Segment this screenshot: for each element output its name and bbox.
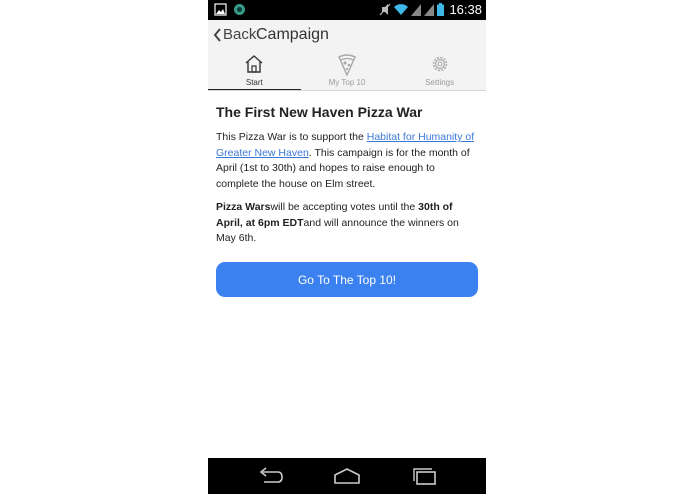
description-text-start: This Pizza War is to support the: [216, 131, 367, 143]
tab-bar: Start My Top 10 Settings: [208, 52, 486, 91]
pizza-wars-bold: Pizza Wars: [216, 201, 271, 213]
pizza-icon: [338, 54, 356, 76]
home-icon: [245, 55, 263, 73]
main-content: The First New Haven Pizza War This Pizza…: [216, 104, 478, 255]
back-button[interactable]: Back: [213, 26, 256, 43]
campaign-heading: The First New Haven Pizza War: [216, 104, 423, 120]
status-time: 16:38: [449, 2, 482, 17]
tab-my-top-10-label: My Top 10: [328, 78, 366, 87]
campaign-description: This Pizza War is to support the Habitat…: [216, 130, 478, 192]
status-bar: 16:38: [208, 0, 486, 20]
system-nav-bar: [208, 458, 486, 494]
tab-start-label: Start: [245, 78, 263, 87]
tab-settings[interactable]: Settings: [393, 52, 486, 91]
header-divider: [208, 90, 486, 91]
signal-icon-2: [424, 3, 435, 16]
home-nav-icon[interactable]: [333, 466, 361, 486]
battery-icon: [437, 3, 445, 16]
back-label: Back: [223, 26, 257, 43]
wifi-icon: [394, 3, 409, 15]
phone-screen: 16:38 Back Campaign Start My Top 10 Sett…: [208, 0, 486, 494]
tab-start[interactable]: Start: [208, 52, 301, 91]
tab-settings-label: Settings: [425, 78, 455, 87]
voting-info: Pizza Warswill be accepting votes until …: [216, 200, 478, 247]
page-title: Campaign: [256, 26, 329, 43]
app-notification-icon: [234, 4, 245, 15]
back-nav-icon[interactable]: [256, 466, 284, 486]
tab-my-top-10[interactable]: My Top 10: [301, 52, 394, 91]
chevron-left-icon: [213, 27, 221, 42]
go-to-top10-button[interactable]: Go To The Top 10!: [216, 262, 478, 297]
gallery-notification-icon: [214, 3, 227, 16]
gear-icon: [432, 56, 447, 72]
recent-apps-icon[interactable]: [411, 466, 439, 486]
app-header: Back Campaign Start My Top 10 Settings: [208, 20, 486, 91]
mute-icon: [380, 3, 391, 16]
signal-icon-1: [411, 3, 422, 16]
voting-text-mid: will be accepting votes until the: [270, 201, 419, 213]
